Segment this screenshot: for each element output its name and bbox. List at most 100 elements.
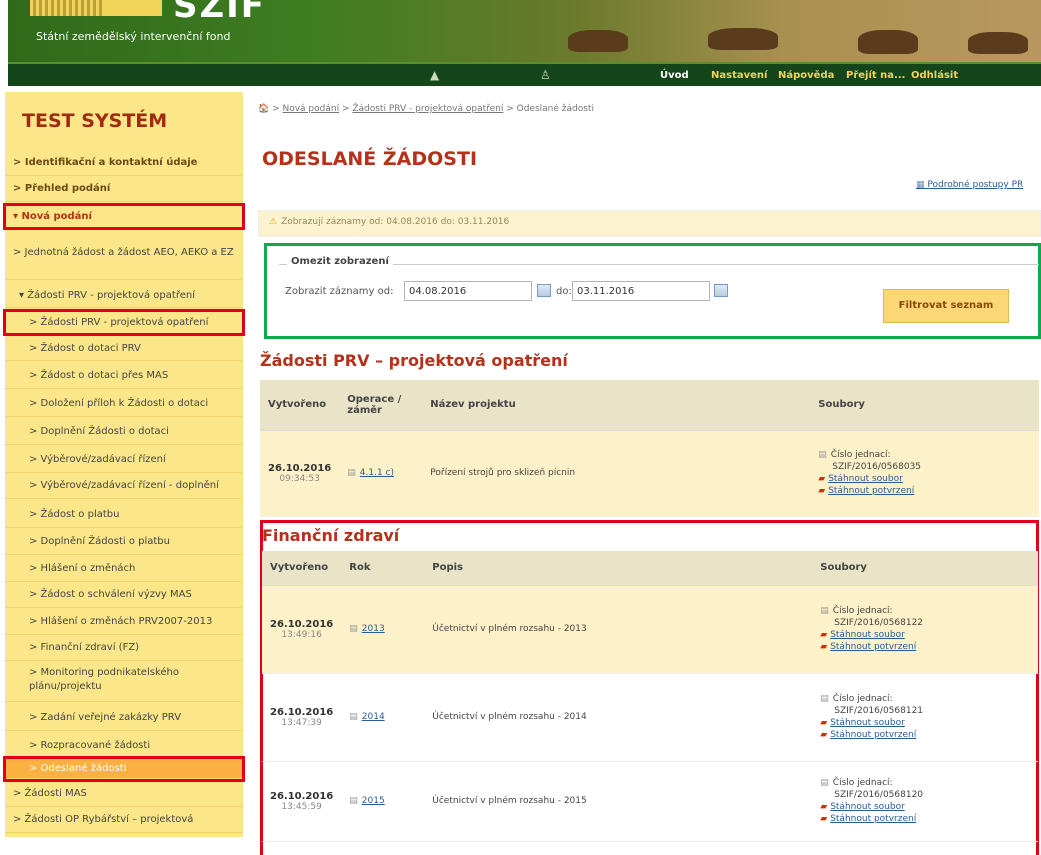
created-cell: 26.10.2016 09:34:53 <box>260 430 340 517</box>
year-cell: ▤ 2014 <box>341 673 425 762</box>
doc-number: SZIF/2016/0568122 <box>834 618 924 628</box>
breadcrumb-nova-podani[interactable]: Nová podání <box>282 104 339 114</box>
calendar-icon[interactable] <box>714 284 728 297</box>
document-icon: ▤ <box>820 778 829 788</box>
user-icon[interactable]: ♙ <box>540 68 551 82</box>
nav-odhlasit[interactable]: Odhlásit <box>911 70 958 81</box>
table-row: 26.10.2016 13:45:59 ▤ 2015 Účetnictví v pl… <box>262 761 1038 842</box>
year-link[interactable]: 2014 <box>362 712 385 722</box>
column-header: Soubory <box>810 380 1039 431</box>
sidebar-item-hlaseni-prv2007[interactable]: > Hlášení o změnách PRV2007-2013 <box>5 609 243 635</box>
document-icon: ▤ <box>820 694 829 704</box>
download-confirmation-link[interactable]: Stáhnout potvrzení <box>830 730 916 740</box>
created-time: 09:34:53 <box>279 473 320 484</box>
logo-stripes <box>102 0 162 16</box>
created-date: 26.10.2016 <box>268 462 332 474</box>
download-confirmation-link[interactable]: Stáhnout potvrzení <box>830 814 916 824</box>
sidebar-item-dotace-mas[interactable]: > Žádost o dotaci přes MAS <box>5 363 243 389</box>
created-time: 13:49:16 <box>281 629 322 640</box>
operation-cell: ▤ 4.1.1 c) <box>339 430 423 517</box>
sidebar-item-zadost-platbu[interactable]: > Žádost o platbu <box>5 502 243 528</box>
doc-number: SZIF/2016/0568120 <box>834 790 924 800</box>
sidebar-item-financni-zdravi[interactable]: > Finanční zdraví (FZ) <box>5 635 243 661</box>
year-link[interactable]: 2015 <box>362 796 385 806</box>
column-header: Vytvořeno <box>262 551 342 586</box>
nav-uvod[interactable]: Úvod <box>660 70 689 81</box>
pdf-icon: ▰ <box>820 718 828 728</box>
download-confirmation-link[interactable]: Stáhnout potvrzení <box>828 486 914 496</box>
breadcrumb-prv[interactable]: Žádosti PRV - projektová opatření <box>352 104 503 114</box>
logo[interactable]: SZIF <box>173 0 266 26</box>
nav-prejit-na[interactable]: Přejít na... <box>846 70 905 81</box>
fz-table: Vytvořeno Rok Popis Soubory 26.10.2016 13… <box>262 551 1038 842</box>
column-header: Operace / záměr <box>339 380 423 431</box>
sidebar-item-dotace-prv[interactable]: > Žádost o dotaci PRV <box>5 337 243 361</box>
download-file-link[interactable]: Stáhnout soubor <box>830 630 905 640</box>
created-cell: 26.10.2016 13:45:59 <box>262 761 342 842</box>
sidebar-item-vyberove-doplneni[interactable]: > Výběrové/zadávací řízení - doplnění <box>5 473 243 499</box>
date-from-label: Zobrazit záznamy od: <box>285 286 394 297</box>
sidebar-item-monitoring[interactable]: > Monitoring podnikatelského plánu/proje… <box>5 662 243 702</box>
book-icon: ▦ <box>916 180 928 190</box>
table-header-row: Vytvořeno Rok Popis Soubory <box>262 551 1038 586</box>
breadcrumb-separator: > <box>269 104 283 114</box>
header: SZIF Státní zemědělský intervenční fond … <box>8 0 1041 88</box>
doc-number: SZIF/2016/0568035 <box>832 462 922 472</box>
document-icon: ▤ <box>349 624 358 634</box>
sidebar-item-doplneni-dotace[interactable]: > Doplnění Žádosti o dotaci <box>5 419 243 445</box>
sidebar-item-vyberove-rizeni[interactable]: > Výběrové/zadávací řízení <box>5 447 243 473</box>
sidebar-item-dolozeni-priloh[interactable]: > Doložení příloh k Žádosti o dotaci <box>5 391 243 417</box>
sidebar-item-schvaleni-mas[interactable]: > Žádost o schválení výzvy MAS <box>5 582 243 608</box>
sidebar-item-zadosti-mas[interactable]: > Žádosti MAS <box>5 781 243 807</box>
home-icon[interactable]: ▲ <box>430 68 439 82</box>
breadcrumb-separator: > <box>339 104 353 114</box>
pdf-icon: ▰ <box>820 630 828 640</box>
date-from-input[interactable] <box>404 281 532 301</box>
column-header: Soubory <box>812 551 1038 586</box>
pdf-icon: ▰ <box>818 474 826 484</box>
document-icon: ▤ <box>349 712 358 722</box>
download-confirmation-link[interactable]: Stáhnout potvrzení <box>830 642 916 652</box>
year-cell: ▤ 2015 <box>341 761 425 842</box>
operation-link[interactable]: 4.1.1 c) <box>360 468 394 478</box>
table-row: 26.10.2016 13:47:39 ▤ 2014 Účetnictví v pl… <box>262 673 1038 762</box>
sidebar-item-prv-group[interactable]: ▾ Žádosti PRV - projektová opatření <box>5 284 243 308</box>
download-file-link[interactable]: Stáhnout soubor <box>830 718 905 728</box>
files-cell: ▤ Číslo jednací: SZIF/2016/0568121 ▰ Stáhn… <box>812 673 1038 762</box>
filter-button[interactable]: Filtrovat seznam <box>883 289 1009 323</box>
sidebar-item-op-rybarstvi[interactable]: > Žádosti OP Rybářství – projektová <box>5 807 243 833</box>
section-title-fz: Finanční zdraví <box>262 526 400 545</box>
nav-napoveda[interactable]: Nápověda <box>778 70 834 81</box>
cow-image <box>568 30 628 52</box>
download-file-link[interactable]: Stáhnout soubor <box>830 802 905 812</box>
details-link[interactable]: ▦ Podrobné postupy PR <box>916 180 1023 190</box>
files-cell: ▤ Číslo jednací: SZIF/2016/0568035 ▰ Stáhn… <box>810 430 1039 517</box>
sidebar: TEST SYSTÉM > Identifikační a kontaktní … <box>3 92 245 837</box>
date-to-input[interactable] <box>572 281 710 301</box>
breadcrumb-current: Odeslané žádosti <box>516 104 594 114</box>
document-icon: ▤ <box>818 450 827 460</box>
logo-stripes <box>30 0 102 16</box>
document-icon: ▤ <box>820 606 829 616</box>
nav-nastaveni[interactable]: Nastavení <box>711 70 767 81</box>
cow-image <box>708 28 778 50</box>
sidebar-item-jednotna-zadost[interactable]: > Jednotná žádost a žádost AEO, AEKO a E… <box>5 242 243 280</box>
doc-label: Číslo jednací: <box>832 778 893 788</box>
year-link[interactable]: 2013 <box>362 624 385 634</box>
year-cell: ▤ 2013 <box>341 585 425 674</box>
sidebar-item-verejne-zakazky[interactable]: > Zadání veřejné zakázky PRV <box>5 705 243 731</box>
document-icon: ▤ <box>349 796 358 806</box>
project-name: Pořízení strojů pro sklizeň pícnin <box>422 430 811 517</box>
created-time: 13:47:39 <box>281 717 322 728</box>
doc-label: Číslo jednací: <box>832 606 893 616</box>
sidebar-item-identifikace[interactable]: > Identifikační a kontaktní údaje <box>5 150 243 176</box>
highlight-box <box>3 756 245 782</box>
download-file-link[interactable]: Stáhnout soubor <box>828 474 903 484</box>
home-icon[interactable]: 🏠 <box>258 104 269 114</box>
sidebar-item-doplneni-platbu[interactable]: > Doplnění Žádosti o platbu <box>5 529 243 555</box>
filter-box: Omezit zobrazení Zobrazit záznamy od: do… <box>264 243 1041 339</box>
created-date: 26.10.2016 <box>270 706 334 718</box>
sidebar-item-hlaseni-zmenach[interactable]: > Hlášení o změnách <box>5 556 243 582</box>
calendar-icon[interactable] <box>537 284 551 297</box>
sidebar-item-prehled-podani[interactable]: > Přehled podání <box>5 176 243 202</box>
